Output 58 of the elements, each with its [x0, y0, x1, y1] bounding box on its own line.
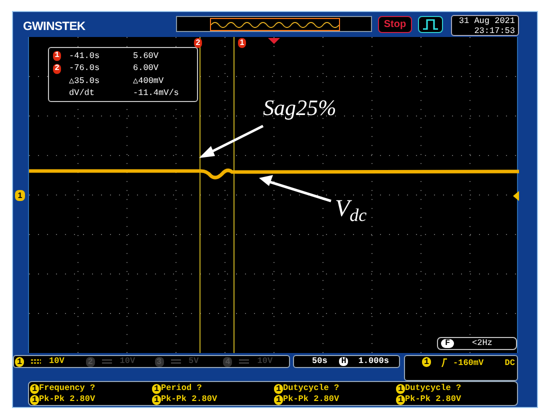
readout-value: -41.0s [69, 50, 101, 63]
readout-value: △35.0s [69, 74, 101, 88]
channel-scale: 10V [257, 355, 273, 368]
readout-value: 6.00V [133, 62, 159, 76]
time-text: 23:17:53 [474, 26, 515, 36]
dc-coupling-icon [102, 359, 112, 364]
readout-value: -11.4mV/s [133, 87, 179, 100]
brand-logo: GWINSTEK [23, 18, 86, 35]
measurement-text: Dutycycle ? [405, 383, 462, 394]
dc-coupling-icon [170, 359, 180, 364]
channel-number: 1 [152, 384, 161, 394]
readout-value: 5.60V [133, 50, 159, 63]
measurement-text: Dutycycle ? [283, 383, 340, 394]
date-text: 31 Aug 2021 [458, 16, 515, 26]
channel-scale: 10V [49, 355, 64, 368]
cursor-marker: 2 [53, 64, 61, 74]
measurement-text: Period ? [161, 383, 202, 394]
annotation-text: Sag25% [263, 97, 336, 119]
channel-number: 1 [396, 394, 405, 404]
trigger-coupling: DC [504, 357, 515, 370]
horizontal-icon: H [339, 357, 348, 366]
frequency-icon: F [441, 339, 454, 348]
channel-number: 1 [30, 384, 39, 394]
time-scale: 50s [312, 355, 328, 368]
channel-scale: 10V [120, 355, 136, 368]
readout-value: dV/dt [69, 87, 96, 100]
cursor-marker: 1 [238, 38, 246, 48]
cursor-marker: 1 [53, 51, 61, 62]
channel-number[interactable]: 1 [15, 356, 24, 366]
frequency-value: <2Hz [472, 337, 492, 350]
readout-value: △400mV [133, 74, 164, 88]
measurement-text: Frequency ? [39, 383, 96, 394]
channel-number: 1 [396, 384, 405, 394]
channel-number: 1 [274, 384, 283, 394]
measurement-text: Pk-Pk 2.80V [161, 394, 218, 405]
annotation-text: V$_{dc}$ [335, 197, 367, 221]
measurement-text: Pk-Pk 2.80V [39, 394, 96, 405]
channel-number: 1 [152, 394, 161, 404]
trigger-level-icon [513, 191, 519, 201]
time-position: 1.000s [358, 355, 389, 368]
run-stop-button[interactable]: Stop [378, 16, 412, 33]
measurement-text: Pk-Pk 2.80V [405, 394, 462, 405]
channel-number: 1 [30, 394, 39, 404]
trigger-source: 1 [422, 357, 431, 367]
measurement-text: Pk-Pk 2.80V [283, 394, 340, 405]
cursor-marker: 2 [194, 38, 202, 48]
trigger-mode-button[interactable] [418, 16, 443, 33]
channel-marker: 1 [15, 190, 25, 201]
rising-edge-icon [441, 358, 447, 367]
dc-coupling-icon [239, 359, 250, 364]
trigger-position-icon [268, 38, 280, 44]
pulse-icon [423, 19, 438, 30]
arrow [199, 124, 264, 158]
channel-scale: 5V [188, 355, 199, 368]
dc-coupling-icon [31, 359, 41, 364]
trigger-level: -160mV [453, 357, 484, 370]
readout-value: -76.0s [69, 62, 101, 76]
channel-number: 1 [274, 394, 283, 404]
